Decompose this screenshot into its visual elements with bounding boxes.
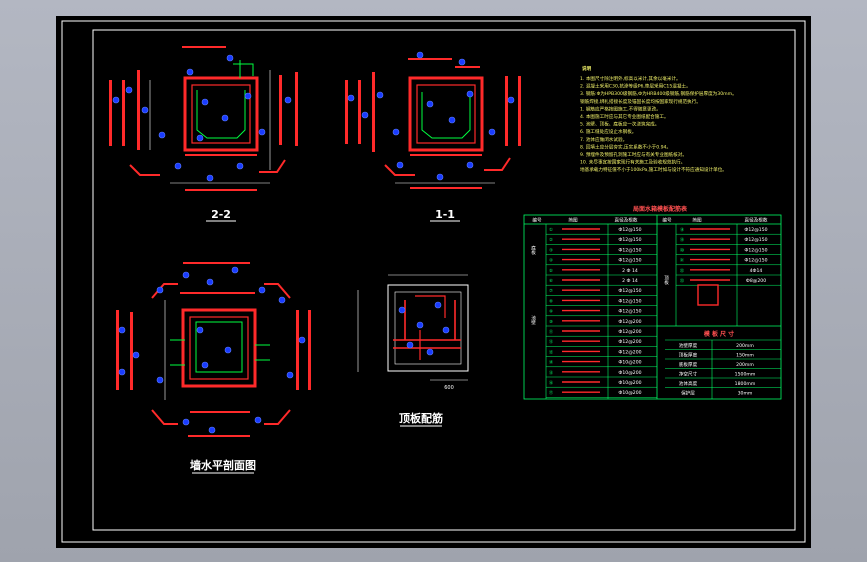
table-row-spec: Ф12@150 (744, 258, 767, 264)
drawing-sheet: 2-2 1-1 墙水平剖面图 600 顶板配筋 说明 1. 本图尺寸除注明外,标… (56, 16, 811, 548)
table-row-number: ② (549, 237, 553, 242)
note-line: 3. 钢筋:Φ为HPB300级钢筋,Ф为HRB400级钢筋,钢筋保护层厚度为30… (580, 90, 737, 97)
size-row-value: 1800mm (735, 381, 756, 387)
table-row-spec: Ф10@200 (618, 380, 641, 386)
table-column-header: 简图 (568, 217, 578, 224)
size-row-label: 池体高度 (679, 380, 698, 387)
table-row-spec: 4Ф14 (750, 268, 763, 274)
table-group-label: 顶板 (664, 275, 669, 286)
size-row-label: 池壁厚度 (679, 342, 698, 349)
table-row-number: ④ (549, 258, 553, 263)
top-slab-label: 顶板配筋 (399, 411, 443, 425)
top-slab-dimension: 600 (444, 385, 454, 391)
table-row-number: ① (549, 227, 553, 232)
table-row-spec: Ф12@200 (618, 349, 641, 355)
note-line: 10. 未尽事宜按国家现行有关施工及验收规范执行。 (580, 159, 685, 166)
note-line: 1. 钢筋应严格按图施工,不得随意更改。 (580, 105, 661, 112)
notes-heading: 说明 (582, 65, 592, 72)
table-row-number: ⑧ (549, 298, 553, 303)
table-row-spec: Ф12@150 (618, 298, 641, 304)
section-2-2-label: 2-2 (211, 208, 231, 221)
table-row-spec: Ф12@150 (618, 247, 641, 253)
note-line: 地基承载力特征值不小于100kPa,施工时如与设计不符应通知设计单位。 (580, 166, 727, 173)
table-row-spec: Ф12@200 (618, 319, 641, 325)
table-row-number: ③ (549, 247, 553, 252)
table-group-label: 底板 (531, 244, 536, 256)
table-column-header: 编号 (532, 217, 542, 224)
note-line: 1. 本图尺寸除注明外,标高以米计,其余以毫米计。 (580, 75, 681, 82)
table-row-spec: 2 Ф 14 (622, 278, 638, 284)
size-row-value: 200mm (736, 343, 754, 349)
size-row-value: 30mm (738, 391, 753, 397)
note-line: 2. 混凝土采用C30,抗渗等级P6,垫层采用C15混凝土。 (580, 83, 691, 90)
table-row-number: ⑩ (549, 319, 553, 324)
table-row-spec: Ф12@150 (618, 237, 641, 243)
note-line: 8. 回填土应分层夯实,压实系数不小于0.94。 (580, 143, 671, 150)
table-column-header: 直径及根数 (745, 217, 768, 224)
note-line: 6. 施工缝处应设止水钢板。 (580, 128, 636, 135)
size-table-title: 模 板 尺 寸 (704, 330, 734, 338)
note-line: 5. 池壁、顶板、底板应一次浇筑完成。 (580, 121, 659, 128)
size-row-label: 底板厚度 (679, 361, 698, 368)
note-line: 9. 预埋件及预留孔洞施工时应与有关专业图纸核对。 (580, 151, 687, 158)
table-row-spec: Ф12@150 (618, 227, 641, 233)
size-row-value: 1500mm (735, 372, 756, 378)
table-row-number: ⑤ (549, 268, 553, 273)
note-line: 7. 池体应做闭水试验。 (580, 136, 627, 143)
table-row-spec: Ф12@150 (744, 237, 767, 243)
table-row-spec: Ф12@150 (618, 309, 641, 315)
table-row-number: ⑦ (549, 288, 553, 293)
size-row-label: 顶板厚度 (679, 352, 698, 359)
cad-viewport[interactable]: 2-2 1-1 墙水平剖面图 600 顶板配筋 说明 1. 本图尺寸除注明外,标… (0, 0, 867, 562)
table-column-header: 直径及根数 (615, 217, 638, 224)
table-row-spec: Ф12@200 (618, 339, 641, 345)
note-line: 钢筋焊接,绑扎搭接长度及锚固长度均按国家现行规范执行。 (580, 98, 701, 105)
note-line: 4. 本图施工时应与其它专业图纸配合施工。 (580, 113, 669, 120)
size-row-label: 保护层 (681, 390, 695, 397)
plan-section-label: 墙水平剖面图 (190, 458, 256, 472)
size-row-label: 净空尺寸 (679, 371, 698, 378)
table-row-spec: Ф10@200 (618, 390, 641, 396)
table-row-spec: Ф12@150 (618, 258, 641, 264)
size-row-value: 200mm (736, 362, 754, 368)
table-title: 局面水箱模板配筋表 (632, 205, 688, 213)
table-row-spec: Ф12@150 (618, 288, 641, 294)
table-row-spec: 2 Ф 14 (622, 268, 638, 274)
table-row-spec: Ф10@200 (618, 370, 641, 376)
table-row-spec: Ф8@200 (746, 278, 766, 284)
table-row-spec: Ф10@200 (618, 360, 641, 366)
table-column-header: 简图 (692, 217, 702, 224)
table-row-spec: Ф12@150 (744, 227, 767, 233)
table-group-label: 池壁 (531, 314, 536, 325)
table-column-header: 编号 (662, 217, 672, 224)
table-row-spec: Ф12@200 (618, 329, 641, 335)
size-row-value: 150mm (736, 353, 754, 359)
table-row-spec: Ф12@150 (744, 247, 767, 253)
section-1-1-label: 1-1 (435, 208, 455, 221)
table-row-number: ⑥ (549, 278, 553, 283)
table-row-number: ⑨ (549, 309, 553, 314)
